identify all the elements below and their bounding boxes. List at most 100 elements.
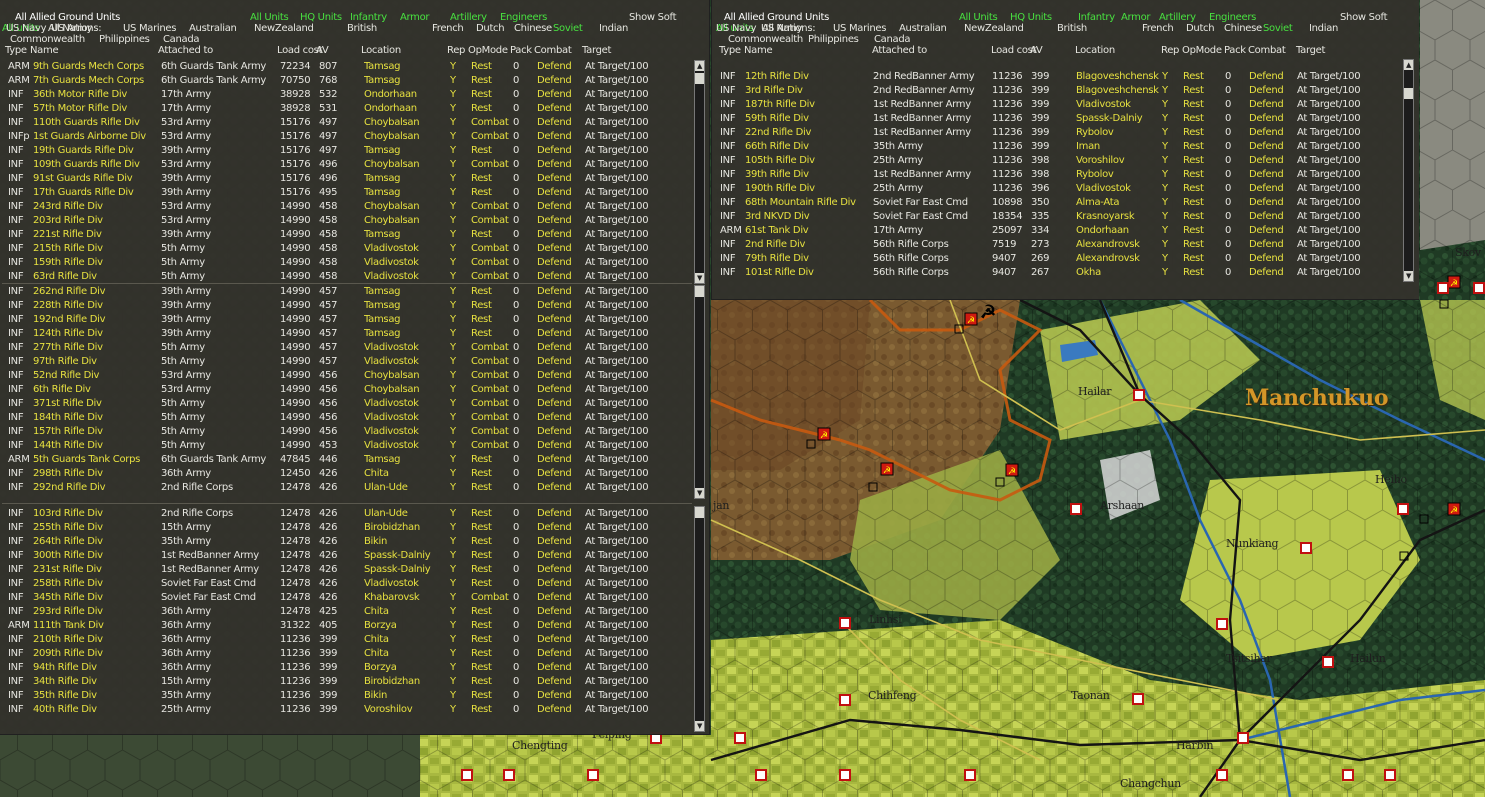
unit-combat[interactable]: Defend [1249,183,1295,194]
unit-name[interactable]: 36th Motor Rifle Div [33,89,161,100]
unit-name[interactable]: 35th Rifle Div [33,690,161,701]
unit-location[interactable]: Choybalsan [364,117,449,128]
unit-location[interactable]: Tamsag [364,173,449,184]
unit-combat[interactable]: Defend [537,620,583,631]
unit-name[interactable]: 9th Guards Mech Corps [33,61,161,72]
unit-name[interactable]: 371st Rifle Div [33,398,161,409]
unit-location[interactable]: Bikin [364,690,449,701]
nation-filter-soviet[interactable]: Soviet [1263,23,1293,34]
unit-combat[interactable]: Defend [537,454,583,465]
unit-attached-to[interactable]: 39th Army [161,328,279,339]
column-header-name[interactable]: Name [744,45,773,56]
unit-opmode[interactable]: Rest [471,690,513,701]
unit-combat[interactable]: Defend [1249,99,1295,110]
unit-attached-to[interactable]: 53rd Army [161,117,279,128]
unit-location[interactable]: Tamsag [364,75,449,86]
unit-name[interactable]: 12th Rifle Div [745,71,873,82]
unit-attached-to[interactable]: 15th Army [161,522,279,533]
unit-opmode[interactable]: Combat [471,370,513,381]
column-header-av[interactable]: AV [1030,45,1043,56]
unit-location[interactable]: Khabarovsk [364,592,449,603]
unit-combat[interactable]: Defend [1249,127,1295,138]
unit-name[interactable]: 110th Guards Rifle Div [33,117,161,128]
filter-hq-units[interactable]: HQ Units [1010,12,1052,23]
unit-attached-to[interactable]: 6th Guards Tank Army [161,454,279,465]
column-header-type[interactable]: Type [719,45,741,56]
unit-attached-to[interactable]: 2nd Rifle Corps [161,482,279,493]
list-scrollbar[interactable]: ▲▼ [694,285,705,499]
unit-row[interactable]: INF 101st Rifle Div 56th Rifle Corps 9407 26… [714,267,1399,281]
unit-name[interactable]: 111th Tank Div [33,620,161,631]
unit-name[interactable]: 34th Rifle Div [33,676,161,687]
unit-name[interactable]: 231st Rifle Div [33,564,161,575]
unit-attached-to[interactable]: 53rd Army [161,370,279,381]
unit-row[interactable]: INF 3rd Rifle Div 2nd RedBanner Army 11236 3… [714,85,1399,99]
unit-attached-to[interactable]: 36th Army [161,634,279,645]
unit-opmode[interactable]: Rest [471,75,513,86]
unit-location[interactable]: Alexandrovsk [1076,253,1161,264]
nation-filter-chinese[interactable]: Chinese [514,23,552,34]
unit-name[interactable]: 52nd Rifle Div [33,370,161,381]
unit-combat[interactable]: Defend [537,243,583,254]
nation-filter-british[interactable]: British [1057,23,1087,34]
nation-filter-canada[interactable]: Canada [874,34,911,45]
unit-opmode[interactable]: Combat [471,412,513,423]
unit-combat[interactable]: Defend [537,328,583,339]
filter-armor[interactable]: Armor [1121,12,1151,23]
unit-opmode[interactable]: Rest [1183,71,1225,82]
unit-combat[interactable]: Defend [1249,71,1295,82]
unit-row[interactable]: INF 184th Rifle Div 5th Army 14990 456 Vladiv… [2,412,687,426]
unit-location[interactable]: Vladivostok [364,257,449,268]
unit-combat[interactable]: Defend [537,215,583,226]
unit-location[interactable]: Vladivostok [364,412,449,423]
unit-combat[interactable]: Defend [537,648,583,659]
unit-opmode[interactable]: Combat [471,159,513,170]
unit-location[interactable]: Tamsag [364,300,449,311]
unit-location[interactable]: Vladivostok [364,342,449,353]
unit-opmode[interactable]: Combat [471,257,513,268]
unit-attached-to[interactable]: 2nd Rifle Corps [161,508,279,519]
unit-name[interactable]: 255th Rifle Div [33,522,161,533]
unit-opmode[interactable]: Combat [471,398,513,409]
unit-location[interactable]: Rybolov [1076,169,1161,180]
unit-name[interactable]: 215th Rifle Div [33,243,161,254]
unit-opmode[interactable]: Rest [1183,155,1225,166]
nation-filter-british[interactable]: British [347,23,377,34]
unit-attached-to[interactable]: 1st RedBanner Army [873,127,991,138]
column-header-pack[interactable]: Pack [510,45,532,56]
unit-opmode[interactable]: Rest [471,286,513,297]
unit-combat[interactable]: Defend [537,342,583,353]
unit-row[interactable]: INF 228th Rifle Div 39th Army 14990 457 Tamsa… [2,300,687,314]
unit-name[interactable]: 157th Rifle Div [33,426,161,437]
unit-opmode[interactable]: Rest [471,634,513,645]
unit-combat[interactable]: Defend [537,300,583,311]
unit-opmode[interactable]: Rest [471,482,513,493]
unit-row[interactable]: INF 103rd Rifle Div 2nd Rifle Corps 12478 42… [2,508,687,522]
unit-opmode[interactable]: Rest [1183,113,1225,124]
unit-location[interactable]: Vladivostok [364,426,449,437]
unit-row[interactable]: INF 262nd Rifle Div 39th Army 14990 457 Tamsa… [2,286,687,300]
unit-combat[interactable]: Defend [1249,239,1295,250]
unit-combat[interactable]: Defend [537,426,583,437]
unit-name[interactable]: 3rd Rifle Div [745,85,873,96]
unit-location[interactable]: Tamsag [364,314,449,325]
unit-opmode[interactable]: Rest [471,145,513,156]
unit-location[interactable]: Tamsag [364,229,449,240]
unit-combat[interactable]: Defend [537,412,583,423]
unit-opmode[interactable]: Rest [1183,253,1225,264]
unit-opmode[interactable]: Combat [471,271,513,282]
unit-combat[interactable]: Defend [1249,113,1295,124]
unit-location[interactable]: Choybalsan [364,131,449,142]
unit-location[interactable]: Spassk-Dalniy [364,550,449,561]
unit-attached-to[interactable]: 36th Army [161,662,279,673]
unit-opmode[interactable]: Rest [471,620,513,631]
unit-row[interactable]: INF 6th Rifle Div 53rd Army 14990 456 Choybal… [2,384,687,398]
unit-location[interactable]: Tamsag [364,286,449,297]
unit-row[interactable]: INF 52nd Rifle Div 53rd Army 14990 456 Choyba… [2,370,687,384]
unit-row[interactable]: INF 34th Rifle Div 15th Army 11236 399 Birobi… [2,676,687,690]
unit-row[interactable]: INF 264th Rifle Div 35th Army 12478 426 Bikin… [2,536,687,550]
nation-filter-commonwealth[interactable]: Commonwealth [10,34,85,45]
unit-name[interactable]: 300th Rifle Div [33,550,161,561]
unit-row[interactable]: INF 59th Rifle Div 1st RedBanner Army 11236… [714,113,1399,127]
column-header-name[interactable]: Name [30,45,59,56]
